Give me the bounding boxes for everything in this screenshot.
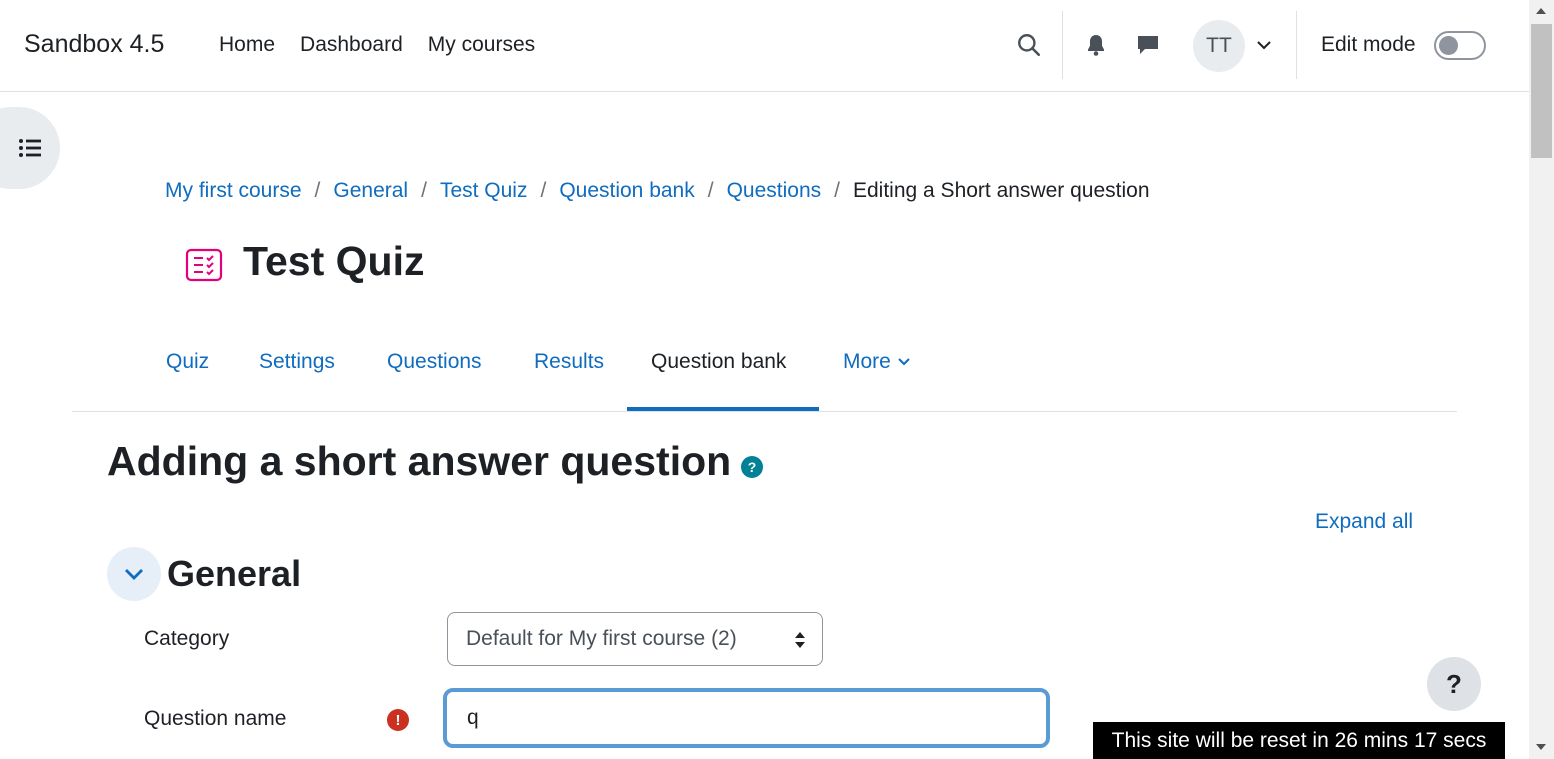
user-menu-chevron-icon[interactable]: [1255, 36, 1273, 59]
breadcrumb-separator: /: [540, 179, 547, 202]
edit-mode-label: Edit mode: [1321, 33, 1416, 56]
site-reset-banner: This site will be reset in 26 mins 17 se…: [1093, 722, 1505, 759]
quiz-icon: [185, 248, 223, 287]
tab-question-bank[interactable]: Question bank: [651, 350, 786, 374]
tab-more[interactable]: More: [843, 350, 911, 374]
page-scrollbar[interactable]: [1529, 0, 1554, 759]
required-icon: !: [387, 709, 409, 731]
category-label: Category: [144, 627, 230, 650]
nav-my-courses[interactable]: My courses: [428, 33, 535, 57]
tab-settings[interactable]: Settings: [259, 350, 335, 374]
top-navbar: Sandbox 4.5 Home Dashboard My courses TT…: [0, 0, 1529, 92]
help-icon[interactable]: ?: [741, 456, 763, 478]
scroll-up-arrow-icon[interactable]: [1535, 6, 1547, 16]
section-collapse-toggle[interactable]: [107, 547, 161, 601]
user-avatar[interactable]: TT: [1193, 20, 1245, 72]
breadcrumb-separator: /: [314, 179, 321, 202]
page-title: Test Quiz: [243, 238, 425, 284]
chevron-down-icon: [125, 569, 143, 580]
tab-more-label: More: [843, 350, 891, 373]
edit-mode-toggle[interactable]: [1434, 31, 1486, 60]
tab-quiz[interactable]: Quiz: [166, 350, 209, 374]
site-brand[interactable]: Sandbox 4.5: [24, 30, 164, 59]
scroll-thumb[interactable]: [1531, 24, 1552, 158]
category-select[interactable]: Default for My first course (2): [447, 612, 823, 666]
breadcrumb-separator: /: [421, 179, 427, 202]
nav-dashboard[interactable]: Dashboard: [300, 33, 403, 57]
section-title-general: General: [167, 553, 302, 594]
chevron-down-icon: [897, 358, 910, 366]
breadcrumb-general[interactable]: General: [333, 179, 408, 203]
secondary-navigation: Quiz Settings Questions Results Question…: [72, 330, 1457, 412]
scroll-down-arrow-icon[interactable]: [1535, 742, 1547, 752]
breadcrumb-question-bank[interactable]: Question bank: [559, 179, 694, 203]
breadcrumb-questions[interactable]: Questions: [727, 179, 822, 203]
navbar-divider: [1296, 11, 1297, 79]
bell-icon[interactable]: [1081, 30, 1111, 60]
category-selected-value: Default for My first course (2): [466, 627, 737, 650]
navbar-divider: [1062, 11, 1063, 79]
breadcrumb-current: Editing a Short answer question: [853, 179, 1150, 202]
breadcrumb-course[interactable]: My first course: [165, 179, 302, 203]
expand-all-link[interactable]: Expand all: [1315, 510, 1413, 534]
question-name-label: Question name: [144, 707, 287, 730]
search-icon[interactable]: [1014, 30, 1044, 60]
tab-questions[interactable]: Questions: [387, 350, 482, 374]
question-name-input[interactable]: [443, 688, 1050, 748]
breadcrumb: My first course / General / Test Quiz / …: [165, 179, 1150, 203]
breadcrumb-separator: /: [707, 179, 714, 202]
primary-navigation: Home Dashboard My courses: [219, 33, 560, 57]
message-icon[interactable]: [1133, 30, 1163, 60]
toggle-knob: [1439, 36, 1458, 55]
course-index-drawer-button[interactable]: [0, 107, 60, 189]
active-tab-indicator: [627, 407, 819, 411]
list-icon: [19, 139, 41, 157]
select-arrows-icon: [795, 632, 805, 648]
tab-results[interactable]: Results: [534, 350, 604, 374]
breadcrumb-separator: /: [834, 179, 840, 202]
nav-home[interactable]: Home: [219, 33, 275, 57]
help-footer-button[interactable]: ?: [1427, 657, 1481, 711]
form-title: Adding a short answer question: [107, 438, 732, 484]
breadcrumb-test-quiz[interactable]: Test Quiz: [440, 179, 528, 203]
